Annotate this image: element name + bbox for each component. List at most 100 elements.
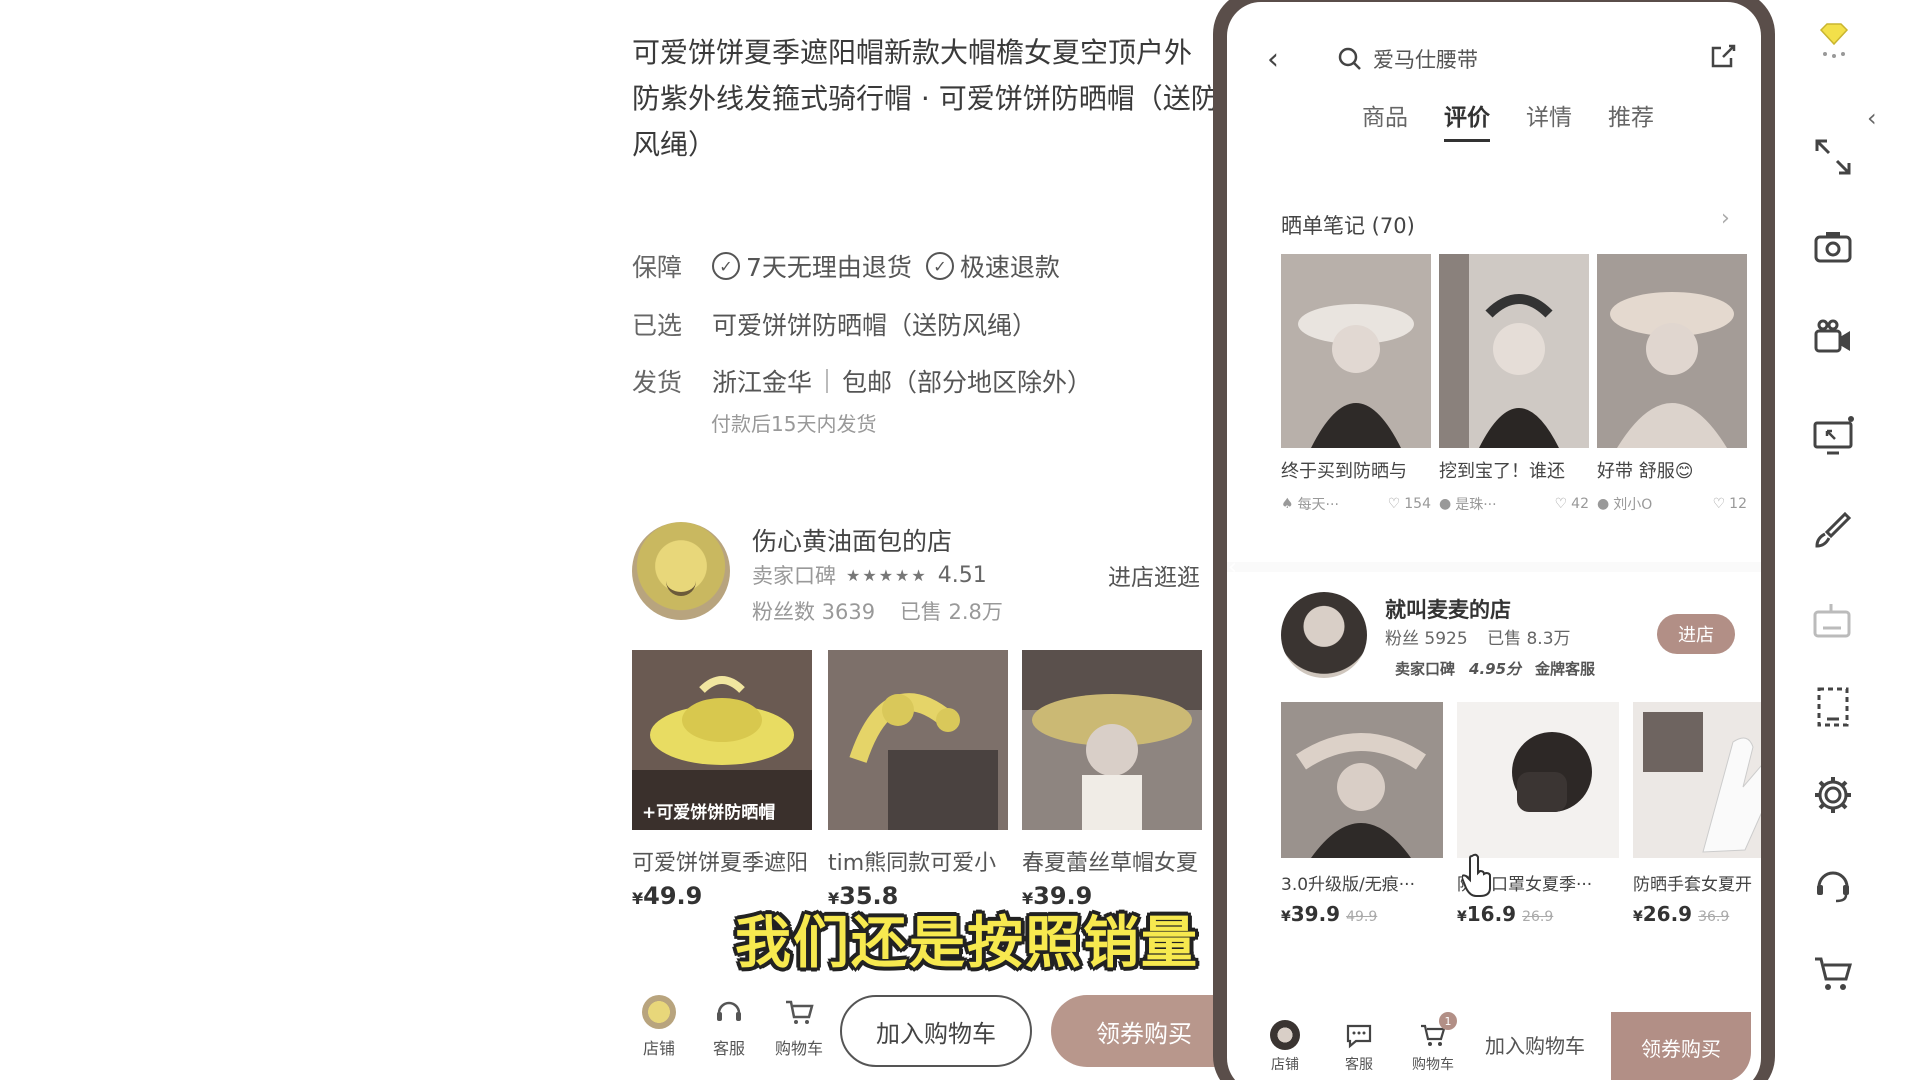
tab-products[interactable]: 商品 [1362, 98, 1408, 142]
shop-avatar-icon [1270, 1020, 1300, 1050]
shop-tab-label: 店铺 [642, 1039, 675, 1058]
chevron-right-icon[interactable]: › [1721, 206, 1730, 231]
shop-rating-score: 4.51 [937, 562, 987, 588]
brush-icon [1815, 511, 1852, 548]
add-to-cart-button[interactable]: 加入购物车 [1485, 1030, 1585, 1059]
shop-tab[interactable]: 店铺 [624, 995, 694, 1059]
shop-name[interactable]: 伤心黄油面包的店 [752, 522, 952, 558]
currency-symbol: ¥ [632, 889, 644, 908]
add-to-cart-button[interactable]: 加入购物车 [840, 995, 1032, 1067]
cart-tab[interactable]: 购物车 [764, 995, 834, 1059]
shop-avatar[interactable] [1281, 592, 1367, 678]
user-avatar-icon: ● [1439, 496, 1452, 512]
product-price: ¥39.9 49.9 [1281, 902, 1378, 926]
product-name[interactable]: tim熊同款可爱小 [828, 845, 1013, 877]
monitor-icon [1813, 416, 1854, 455]
product-name[interactable]: 3.0升级版/无痕··· [1281, 870, 1446, 895]
crop-button[interactable] [1808, 682, 1858, 732]
review-meta: ● 是珠··· ♡ 42 [1439, 494, 1589, 514]
vip-diamond-icon[interactable] [1817, 22, 1851, 62]
support-button[interactable] [1808, 858, 1858, 908]
shop-rating: 卖家口碑 ★★★★★ 4.51 [752, 560, 987, 590]
cart-tab[interactable]: 1 购物车 [1403, 1012, 1463, 1074]
shipping-row[interactable]: 发货 浙江金华 包邮（部分地区除外） [632, 363, 1092, 399]
chevron-left-icon[interactable]: ‹ [1228, 555, 1237, 580]
shop-avatar[interactable] [632, 522, 730, 620]
tab-details[interactable]: 详情 [1526, 98, 1572, 142]
product-image[interactable] [1022, 650, 1202, 830]
shop-name[interactable]: 就叫麦麦的店 [1385, 594, 1511, 624]
review-section-title[interactable]: 晒单笔记 (70) [1281, 210, 1415, 240]
search-bar[interactable]: 爱马仕腰带 [1337, 44, 1478, 74]
chevron-left-icon[interactable]: ‹ [1867, 104, 1877, 132]
keyboard-icon [1813, 604, 1851, 638]
product-image[interactable] [1633, 702, 1761, 858]
phone-screen: ‹ 爱马仕腰带 商品 评价 详情 推荐 晒单笔记 (70) › 终于买到防晒与 … [1227, 2, 1761, 1080]
shop-tab[interactable]: 店铺 [1255, 1020, 1315, 1074]
product-image-overlay-text: +可爱饼饼防晒帽 [642, 803, 776, 823]
camera-icon [1814, 232, 1852, 263]
screenshot-button[interactable] [1808, 222, 1858, 272]
review-photo[interactable] [1439, 254, 1589, 448]
product-image[interactable] [1457, 702, 1619, 858]
tab-bar: 商品 评价 详情 推荐 [1362, 98, 1654, 142]
hand-cursor-icon [1462, 853, 1491, 897]
fullscreen-button[interactable] [1808, 132, 1858, 182]
service-tab[interactable]: 客服 [1329, 1020, 1389, 1074]
product-title-line: 风绳） [632, 128, 717, 161]
heart-icon[interactable]: ♡ [1713, 496, 1726, 512]
tab-recommend[interactable]: 推荐 [1608, 98, 1654, 142]
review-photo[interactable] [1597, 254, 1747, 448]
original-price: 36.9 [1698, 909, 1730, 925]
keyboard-button[interactable] [1808, 597, 1858, 647]
product-name[interactable]: 防晒手套女夏开 [1633, 870, 1761, 895]
shipping-label: 发货 [632, 368, 683, 397]
product-price: ¥49.9 [632, 882, 702, 910]
product-name[interactable]: 春夏蕾丝草帽女夏 [1022, 845, 1207, 877]
service-tab[interactable]: 客服 [694, 995, 764, 1059]
expand-icon [1815, 139, 1851, 175]
guarantee-row[interactable]: 保障 ✓ 7天无理由退货 ✓ 极速退款 [632, 248, 1060, 284]
enter-shop-button[interactable]: 进店逛逛 [1108, 558, 1200, 592]
review-meta: ♠ 每天··· ♡ 154 [1281, 494, 1431, 514]
settings-button[interactable] [1808, 770, 1858, 820]
review-meta: ● 刘小O ♡ 12 [1597, 494, 1747, 514]
cart-tab-label: 购物车 [774, 1039, 823, 1058]
draw-button[interactable] [1808, 505, 1858, 555]
buy-button[interactable]: 领券购买 [1611, 1012, 1751, 1080]
shop-rating: 卖家口碑 4.95分 金牌客服 [1395, 658, 1595, 679]
guarantee-item: 极速退款 [959, 253, 1060, 282]
tab-reviews[interactable]: 评价 [1444, 98, 1490, 142]
shop-fans: 粉丝数 3639 [752, 600, 876, 624]
product-name[interactable]: 可爱饼饼夏季遮阳 [632, 845, 817, 877]
product-image[interactable] [1281, 702, 1443, 858]
dashed-frame-icon [1817, 687, 1849, 727]
shipping-note: 付款后15天内发货 [711, 412, 877, 436]
shop-rating-score: 4.95分 [1469, 660, 1522, 678]
enter-shop-button[interactable]: 进店 [1657, 614, 1735, 654]
screen-cast-button[interactable] [1808, 412, 1858, 462]
selected-row[interactable]: 已选 可爱饼饼防晒帽（送防风绳） [632, 306, 1037, 342]
review-user: 每天··· [1297, 497, 1339, 513]
heart-icon[interactable]: ♡ [1388, 496, 1401, 512]
review-photo[interactable] [1281, 254, 1431, 448]
product-price: ¥26.9 36.9 [1633, 902, 1730, 926]
back-arrow-icon[interactable]: ‹ [1267, 42, 1279, 77]
share-icon[interactable] [1709, 42, 1737, 70]
shop-avatar-icon [642, 995, 676, 1029]
review-caption[interactable]: 终于买到防晒与 [1281, 457, 1431, 483]
review-caption[interactable]: 好带 舒服😊 [1597, 457, 1747, 483]
review-caption[interactable]: 挖到宝了！谁还 [1439, 457, 1589, 483]
section-divider [1227, 562, 1761, 572]
record-button[interactable] [1808, 312, 1858, 362]
product-image[interactable]: +可爱饼饼防晒帽 [632, 650, 812, 830]
selected-value: 可爱饼饼防晒帽（送防风绳） [712, 311, 1038, 340]
guarantee-item: 7天无理由退货 [746, 253, 912, 282]
product-image[interactable] [828, 650, 1008, 830]
buy-button[interactable]: 领券购买 [1051, 995, 1215, 1067]
heart-icon[interactable]: ♡ [1555, 496, 1568, 512]
price-value: 39.9 [1290, 902, 1341, 926]
shop-fans: 粉丝 5925 [1385, 629, 1468, 649]
cart-shortcut-button[interactable] [1808, 948, 1858, 998]
review-likes: 154 [1404, 496, 1431, 512]
